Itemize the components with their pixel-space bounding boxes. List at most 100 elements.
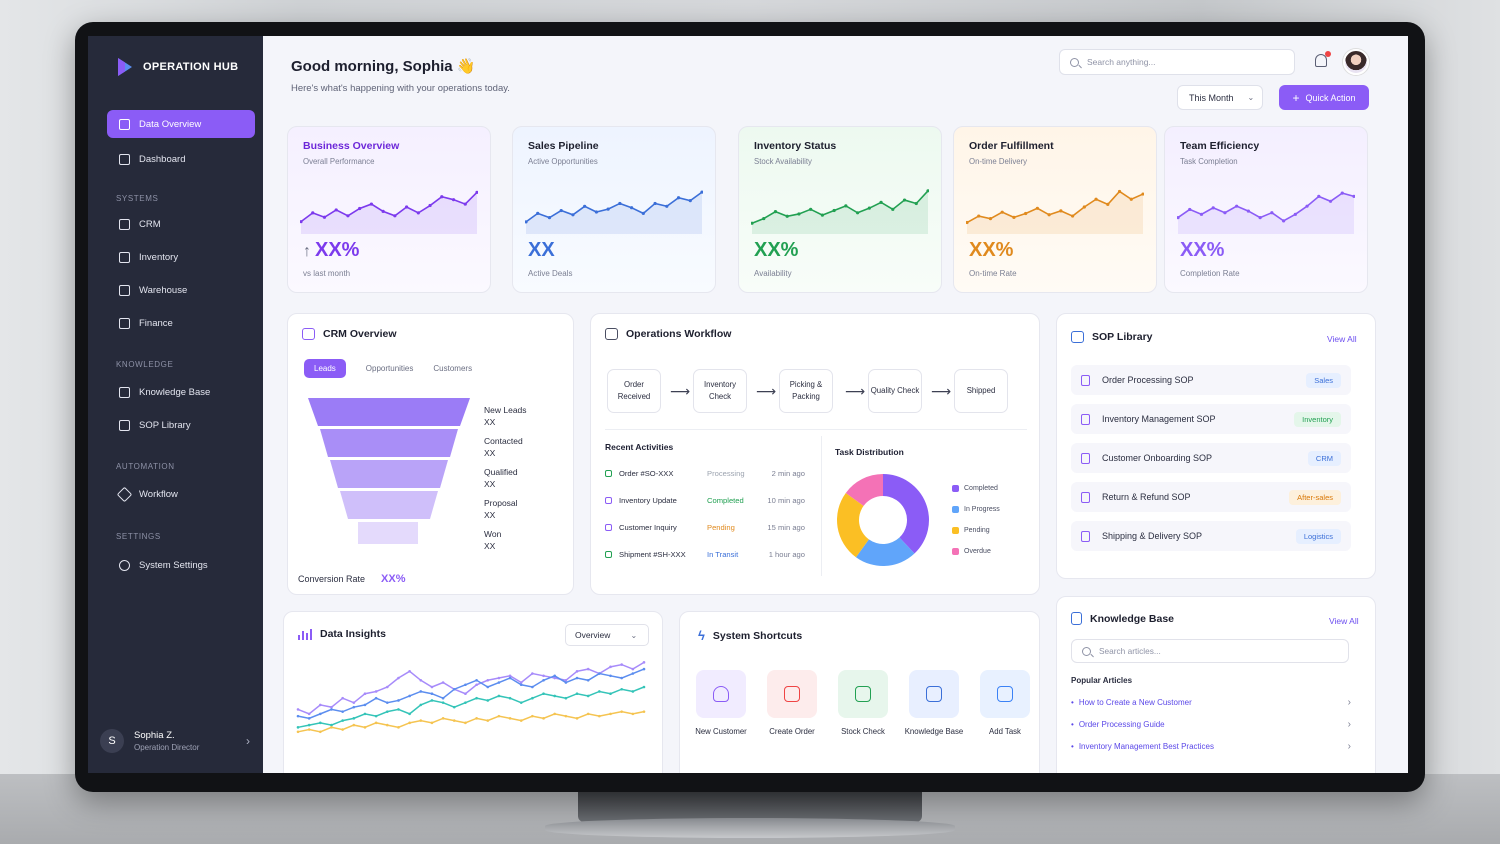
global-search[interactable]: Search anything... xyxy=(1059,49,1295,75)
sop-item[interactable]: Shipping & Delivery SOP Logistics xyxy=(1071,521,1351,551)
sidebar-item-warehouse[interactable]: Warehouse xyxy=(107,276,255,304)
kb-article-link[interactable]: • Inventory Management Best Practices › xyxy=(1071,741,1351,752)
tab-leads[interactable]: Leads xyxy=(304,359,346,378)
conversion-label: Conversion Rate xyxy=(298,574,366,584)
avatar[interactable] xyxy=(1343,49,1369,75)
workflow-step[interactable]: Order Received xyxy=(607,369,661,413)
sidebar-item-crm[interactable]: CRM xyxy=(107,210,255,238)
kpi-value-text: XX% xyxy=(754,239,799,261)
sparkline-point xyxy=(463,202,467,206)
shortcut-new-customer[interactable]: New Customer xyxy=(689,670,753,736)
legend-swatch xyxy=(952,527,959,534)
knowledge-base-panel: Knowledge Base View All Search articles.… xyxy=(1056,596,1376,773)
insights-series-point xyxy=(475,717,478,720)
insights-series-point xyxy=(307,723,311,727)
user-profile[interactable]: S Sophia Z. Operation Director › xyxy=(100,729,250,753)
insights-series-point xyxy=(419,678,423,682)
activity-row[interactable]: Order #SO-XXX Processing 2 min ago xyxy=(605,469,805,478)
shortcut-add-task[interactable]: Add Task xyxy=(973,670,1037,736)
arrow-right-icon: ⟶ xyxy=(756,383,777,399)
warehouse-icon xyxy=(855,686,871,702)
notification-dot xyxy=(1325,51,1331,57)
sidebar-item-dashboard[interactable]: Dashboard xyxy=(107,145,255,173)
kpi-card[interactable]: Team Efficiency Task Completion XX% Complet… xyxy=(1164,126,1368,293)
period-select[interactable]: This Month ⌄ xyxy=(1177,85,1263,110)
activity-row[interactable]: Customer Inquiry Pending 15 min ago xyxy=(605,523,805,532)
workflow-step[interactable]: Shipped xyxy=(954,369,1008,413)
sidebar-item-label: CRM xyxy=(139,218,161,230)
shortcut-label: New Customer xyxy=(695,727,747,736)
kpi-card[interactable]: Sales Pipeline Active Opportunities XX Acti… xyxy=(512,126,716,293)
logo[interactable]: OPERATION HUB xyxy=(116,56,238,78)
shortcut-tile xyxy=(909,670,959,718)
kpi-value: XX% xyxy=(969,239,1013,262)
shortcut-create-order[interactable]: Create Order xyxy=(760,670,824,736)
activity-row[interactable]: Shipment #SH-XXX In Transit 1 hour ago xyxy=(605,550,805,559)
plus-icon: + xyxy=(1292,90,1300,105)
activity-name: Order #SO-XXX xyxy=(619,469,674,478)
insights-series-point xyxy=(508,674,512,678)
kpi-card[interactable]: Order Fulfillment On-time Delivery XX% On-t… xyxy=(953,126,1157,293)
lightning-icon: ϟ xyxy=(698,628,705,643)
sop-item[interactable]: Order Processing SOP Sales xyxy=(1071,365,1351,395)
workflow-step[interactable]: Inventory Check xyxy=(693,369,747,413)
sparkline-point xyxy=(1106,202,1110,207)
legend-label: In Progress xyxy=(964,506,1000,513)
chevron-right-icon: › xyxy=(246,734,250,748)
sop-item[interactable]: Customer Onboarding SOP CRM xyxy=(1071,443,1351,473)
sop-item[interactable]: Return & Refund SOP After-sales xyxy=(1071,482,1351,512)
insights-series-point xyxy=(519,701,523,704)
sparkline-point xyxy=(641,211,645,215)
kb-article-link[interactable]: • Order Processing Guide › xyxy=(1071,719,1351,730)
funnel-stage-won xyxy=(358,522,418,544)
sparkline-point xyxy=(653,201,657,206)
sparkline-point xyxy=(1199,212,1204,216)
workflow-step[interactable]: Quality Check xyxy=(868,369,922,413)
sop-tag: Sales xyxy=(1306,372,1341,388)
sparkline-point xyxy=(988,217,993,221)
workflow-step[interactable]: Picking & Packing xyxy=(779,369,833,413)
sparkline-area xyxy=(526,192,702,234)
kpi-card[interactable]: Inventory Status Stock Availability XX% Ava… xyxy=(738,126,942,293)
sop-title: SOP Library xyxy=(1092,331,1153,343)
shortcut-knowledge-base[interactable]: Knowledge Base xyxy=(902,670,966,736)
kpi-card[interactable]: Business Overview Overall Performance ↑ XX%… xyxy=(287,126,491,293)
funnel-stage-name: Won xyxy=(484,529,502,539)
sidebar-item-data-overview[interactable]: Data Overview xyxy=(107,110,255,138)
workflow-icon xyxy=(605,328,618,340)
period-label: This Month xyxy=(1189,92,1234,103)
insights-series-point xyxy=(508,717,512,720)
quick-action-button[interactable]: + Quick Action xyxy=(1279,85,1369,110)
kb-title: Knowledge Base xyxy=(1090,612,1175,625)
sidebar-item-workflow[interactable]: Workflow xyxy=(107,480,255,508)
tab-opportunities[interactable]: Opportunities xyxy=(366,364,414,373)
insights-series-point xyxy=(319,721,322,725)
sop-item[interactable]: Inventory Management SOP Inventory xyxy=(1071,404,1351,434)
panel-title: SOP Library xyxy=(1071,331,1153,343)
kb-view-all-link[interactable]: View All xyxy=(1329,616,1359,626)
insights-series-point xyxy=(586,712,590,716)
kb-article-link[interactable]: • How to Create a New Customer › xyxy=(1071,697,1351,708)
shortcut-stock-check[interactable]: Stock Check xyxy=(831,670,895,736)
insights-series-point xyxy=(296,714,300,718)
sparkline-point xyxy=(688,199,692,203)
insights-series-point xyxy=(497,714,501,718)
insights-dropdown[interactable]: Overview ⌄ xyxy=(565,624,649,646)
kb-search-input[interactable]: Search articles... xyxy=(1071,639,1349,663)
insights-series-point xyxy=(385,701,389,704)
insights-series-point xyxy=(307,712,311,716)
kpi-value-text: XX% xyxy=(969,239,1014,261)
insights-series-point xyxy=(307,728,311,731)
funnel-label: New Leads XX xyxy=(484,404,527,428)
sidebar-item-inventory[interactable]: Inventory xyxy=(107,243,255,271)
sidebar-item-system-settings[interactable]: System Settings xyxy=(107,551,255,579)
activity-row[interactable]: Inventory Update Completed 10 min ago xyxy=(605,496,805,505)
insights-series-point xyxy=(553,674,557,678)
sop-view-all-link[interactable]: View All xyxy=(1327,334,1357,344)
sidebar-item-sop-library[interactable]: SOP Library xyxy=(107,411,255,439)
insights-series-point xyxy=(352,701,356,704)
sidebar-item-knowledge-base[interactable]: Knowledge Base xyxy=(107,378,255,406)
funnel-label: Qualified XX xyxy=(484,466,518,490)
tab-customers[interactable]: Customers xyxy=(433,364,472,373)
sidebar-item-finance[interactable]: Finance xyxy=(107,309,255,337)
